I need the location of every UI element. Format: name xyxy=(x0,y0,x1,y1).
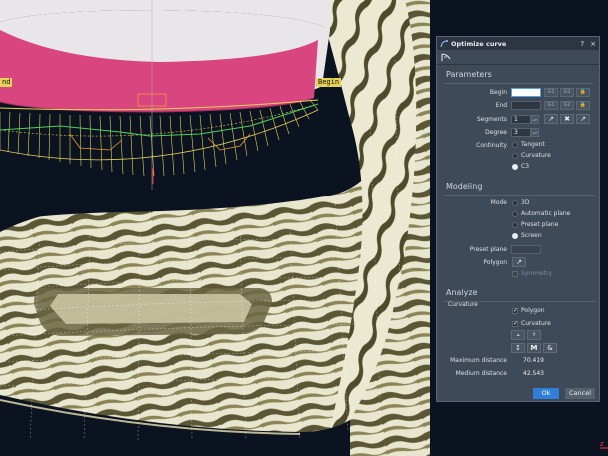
degree-stepper[interactable]: ▴▾ xyxy=(531,128,539,137)
medium-distance-value: 42.543 xyxy=(523,370,544,377)
symmetry-label: Symmetry xyxy=(521,270,553,277)
medium-distance-label: Medium distance xyxy=(455,370,507,377)
mode-automatic-plane-radio[interactable] xyxy=(512,211,518,217)
ok-button[interactable]: Ok xyxy=(533,388,559,399)
curve-begin-label: Begin xyxy=(316,78,342,87)
analyze-heading: Analyze xyxy=(446,288,478,297)
segments-stepper[interactable]: ▴▾ xyxy=(531,115,539,124)
preset-plane-field[interactable] xyxy=(511,245,541,254)
optimize-curve-dialog: Optimize curve ? × Parameters Begin G1 G… xyxy=(436,36,600,402)
begin-g2-button[interactable]: G2 xyxy=(560,88,574,97)
continuity-c3-radio[interactable] xyxy=(512,164,518,170)
modeling-divider xyxy=(443,195,595,196)
mode-screen-radio[interactable] xyxy=(512,233,518,239)
comb-scale-up-icon[interactable]: ⫩ xyxy=(527,330,541,340)
curve-end-label: nd xyxy=(0,78,13,87)
continuity-label: Continuity xyxy=(476,142,507,149)
mode-3d-radio[interactable] xyxy=(512,200,518,206)
mode-label: Mode xyxy=(490,199,507,206)
segments-label: Segments xyxy=(476,116,507,123)
end-lock-icon[interactable]: 🔒 xyxy=(576,101,590,110)
mode-3d-label: 3D xyxy=(521,199,530,206)
end-g2-button[interactable]: G2 xyxy=(560,101,574,110)
help-button[interactable]: ? xyxy=(580,40,584,48)
begin-label: Begin xyxy=(489,89,507,96)
cancel-button[interactable]: Cancel xyxy=(565,388,595,399)
segments-field[interactable]: 1 xyxy=(511,115,531,124)
mode-preset-plane-radio[interactable] xyxy=(512,222,518,228)
continuity-curvature-radio[interactable] xyxy=(512,153,518,159)
curve-tool-icon[interactable] xyxy=(441,53,451,62)
begin-field[interactable] xyxy=(511,88,541,97)
end-g1-button[interactable]: G1 xyxy=(544,101,558,110)
continuity-c3-label: C3 xyxy=(521,163,530,170)
continuity-tangent-label: Tangent xyxy=(521,141,545,148)
optimize-curve-icon xyxy=(440,39,448,47)
end-label: End xyxy=(495,102,507,109)
comb-direction-icon[interactable]: ↕ xyxy=(511,343,525,353)
curvature-group-label: Curvature xyxy=(448,301,478,308)
remove-knot-icon[interactable]: ✖ xyxy=(560,114,574,124)
degree-field[interactable]: 3 xyxy=(511,128,531,137)
axis-label: z xyxy=(600,440,604,448)
end-field[interactable] xyxy=(511,101,541,110)
insert-knot-icon[interactable]: ↗ xyxy=(544,114,558,124)
continuity-tangent-radio[interactable] xyxy=(512,142,518,148)
symmetry-checkbox[interactable] xyxy=(512,271,518,277)
mode-preset-plane-label: Preset plane xyxy=(521,221,559,228)
max-distance-label: Maximum distance xyxy=(450,357,507,364)
preset-plane-label: Preset plane xyxy=(469,246,507,253)
m-button[interactable]: M xyxy=(527,343,541,353)
comb-scale-down-icon[interactable]: ⫨ xyxy=(511,330,525,340)
dialog-toolstrip xyxy=(437,50,599,65)
polygon-check-label: Polygon xyxy=(521,307,545,314)
curvature-check-label: Curvature xyxy=(521,320,551,327)
link-icon[interactable]: & xyxy=(543,343,557,353)
dialog-titlebar[interactable]: Optimize curve ? × xyxy=(437,37,599,50)
max-distance-value: 70.419 xyxy=(523,357,544,364)
extend-icon[interactable]: ↗ xyxy=(576,114,590,124)
curvature-checkbox[interactable]: ✓ xyxy=(512,321,518,327)
polygon-edit-icon[interactable]: ↗ xyxy=(512,257,526,267)
close-button[interactable]: × xyxy=(590,40,596,48)
continuity-curvature-label: Curvature xyxy=(521,152,551,159)
polygon-label: Polygon xyxy=(483,259,507,266)
parameters-heading: Parameters xyxy=(446,70,492,79)
parameters-divider xyxy=(443,83,593,84)
begin-lock-icon[interactable]: 🔒 xyxy=(576,88,590,97)
dialog-title: Optimize curve xyxy=(451,39,507,48)
mode-screen-label: Screen xyxy=(521,232,542,239)
degree-label: Degree xyxy=(485,129,507,136)
begin-g1-button[interactable]: G1 xyxy=(544,88,558,97)
mode-automatic-plane-label: Automatic plane xyxy=(521,210,571,217)
modeling-heading: Modeling xyxy=(446,182,483,191)
polygon-checkbox[interactable]: ✓ xyxy=(512,308,518,314)
